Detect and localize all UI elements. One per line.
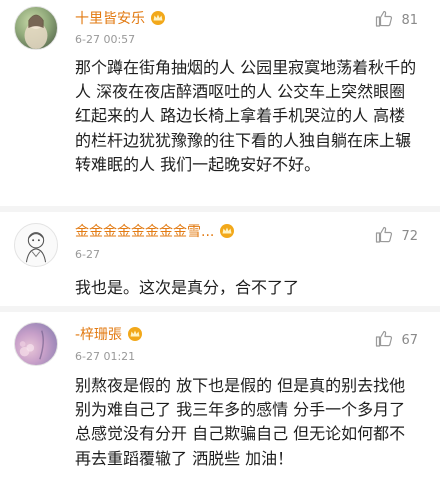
username[interactable]: 十里皆安乐 <box>75 8 166 29</box>
crown-icon <box>150 11 166 29</box>
like-count: 72 <box>401 229 418 244</box>
comment-text: 那个蹲在街角抽烟的人 公园里寂寞地荡着秋千的人 深夜在夜店醉酒呕吐的人 公交车上… <box>75 58 417 174</box>
comment-item: -梓珊張 6-27 01:21 67 别熬夜是假的 放下也是假的 但是真的别去找… <box>0 312 440 487</box>
avatar[interactable] <box>14 223 58 267</box>
comment-text: 我也是。这次是真分，合不了了 <box>75 278 300 297</box>
comment-item: 十里皆安乐 6-27 00:57 81 那个蹲在街角抽烟的人 公园里寂寞地荡着秋… <box>0 0 440 206</box>
avatar[interactable] <box>14 6 58 50</box>
comment-text: 别熬夜是假的 放下也是假的 但是真的别去找他 别为难自己了 我三年多的感情 分手… <box>75 376 406 468</box>
timestamp: 6-27 00:57 <box>75 33 136 46</box>
like-count: 81 <box>401 13 418 28</box>
username-text: -梓珊張 <box>75 327 123 343</box>
like-button[interactable]: 72 <box>375 226 418 247</box>
avatar[interactable] <box>14 322 58 366</box>
comment-list: 十里皆安乐 6-27 00:57 81 那个蹲在街角抽烟的人 公园里寂寞地荡着秋… <box>0 0 440 487</box>
like-count: 67 <box>401 333 418 348</box>
avatar-image <box>24 14 48 49</box>
like-button[interactable]: 81 <box>375 10 418 31</box>
username-text: 金金金金金金金金雪... <box>75 224 215 240</box>
like-button[interactable]: 67 <box>375 330 418 351</box>
timestamp: 6-27 <box>75 248 100 261</box>
avatar-image <box>25 232 47 263</box>
crown-icon <box>127 327 143 345</box>
thumbs-up-icon <box>375 330 401 351</box>
timestamp: 6-27 01:21 <box>75 350 136 363</box>
thumbs-up-icon <box>375 226 401 247</box>
username-text: 十里皆安乐 <box>75 11 145 27</box>
crown-icon <box>219 224 235 242</box>
username[interactable]: -梓珊張 <box>75 324 143 345</box>
comment-item: 金金金金金金金金雪... 6-27 72 我也是。这次是真分，合不了了 <box>0 212 440 306</box>
avatar-image <box>19 330 44 360</box>
thumbs-up-icon <box>375 10 401 31</box>
username[interactable]: 金金金金金金金金雪... <box>75 221 235 242</box>
